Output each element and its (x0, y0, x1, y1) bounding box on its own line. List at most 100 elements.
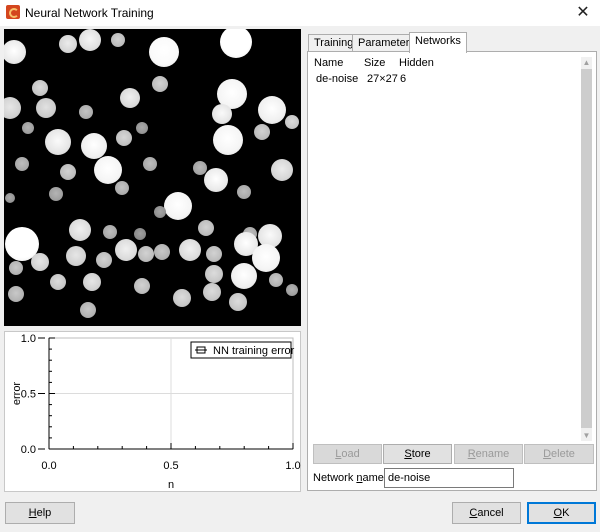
image-blob (31, 253, 49, 271)
image-blob (15, 157, 29, 171)
cancel-button[interactable]: Cancel (452, 502, 521, 524)
image-blob (59, 35, 77, 53)
scroll-thumb[interactable] (581, 69, 592, 428)
image-blob (212, 104, 232, 124)
image-blob (179, 239, 201, 261)
image-blob (94, 156, 122, 184)
x-tick-label: 0.5 (163, 460, 178, 472)
network-actions: Load Store Rename Delete (313, 444, 595, 464)
x-tick-label: 0.0 (41, 460, 56, 472)
delete-button[interactable]: Delete (524, 444, 594, 464)
store-button[interactable]: Store (383, 444, 452, 464)
image-blob (205, 265, 223, 283)
chevron-up-icon[interactable]: ▲ (581, 57, 592, 68)
network-size-cell: 27×27 (367, 73, 398, 85)
image-blob (4, 97, 21, 119)
y-tick-label: 1.0 (21, 333, 36, 345)
x-tick-label: 1.0 (285, 460, 300, 472)
load-label-rest: oad (341, 448, 360, 460)
legend-label: NN training error (213, 345, 295, 357)
network-name-label: Network name: (313, 472, 387, 484)
title-bar: Neural Network Training ✕ (0, 0, 600, 26)
image-blob (237, 185, 251, 199)
image-blob (143, 157, 157, 171)
image-blob (81, 133, 107, 159)
delete-label-rest: elete (551, 448, 575, 460)
app-logo-icon (6, 5, 20, 19)
image-blob (229, 293, 247, 311)
column-header-name[interactable]: Name (314, 57, 343, 69)
image-blob (206, 246, 222, 262)
image-blob (45, 129, 71, 155)
image-blob (285, 115, 299, 129)
ok-label-rest: K (562, 507, 570, 519)
image-blob (96, 252, 112, 268)
load-button[interactable]: Load (313, 444, 382, 464)
rename-mnemonic: R (467, 448, 476, 460)
y-axis-label: error (11, 382, 23, 406)
rename-label-rest: ename (475, 448, 510, 460)
image-blob (4, 40, 26, 64)
image-blob (32, 80, 48, 96)
image-blob (79, 105, 93, 119)
image-blob (252, 244, 280, 272)
network-name-cell: de-noise (316, 73, 359, 85)
image-blob (154, 206, 166, 218)
store-label-rest: tore (411, 448, 431, 460)
x-axis-label: n (168, 479, 174, 491)
image-blob (134, 228, 146, 240)
training-error-chart: 0.0 0.5 1.0 0.0 0.5 1.0 n error NN training erro… (4, 331, 301, 492)
window-title: Neural Network Training (25, 6, 154, 20)
image-blob (149, 37, 179, 67)
delete-mnemonic: D (543, 448, 552, 460)
image-blob (116, 130, 132, 146)
network-name-label-prefix: Network (313, 472, 357, 484)
image-blob (134, 278, 150, 294)
chart-svg: 0.00.51.00.0 0.5 1.0nerrorNN training erro… (11, 333, 301, 491)
image-blob (80, 302, 96, 318)
image-blob (138, 246, 154, 262)
image-blob (69, 219, 91, 241)
close-icon: ✕ (576, 4, 590, 21)
image-blob (220, 29, 252, 58)
networks-list[interactable]: Name Size Hidden de-noise 27×27 6 (312, 56, 580, 438)
image-blob (115, 181, 129, 195)
image-blob (103, 225, 117, 239)
image-blob (164, 192, 192, 220)
network-name-input[interactable]: de-noise (384, 468, 514, 488)
image-blob (152, 76, 168, 92)
help-mnemonic: H (28, 507, 37, 519)
image-blob (198, 220, 214, 236)
image-blob (286, 284, 298, 296)
ok-mnemonic: O (553, 507, 563, 519)
y-tick-label: 0.0 (21, 444, 36, 456)
network-hidden-cell: 6 (400, 73, 407, 85)
image-blob (203, 283, 221, 301)
image-blob (22, 122, 34, 134)
chevron-down-icon[interactable]: ▼ (581, 430, 592, 441)
close-button[interactable]: ✕ (566, 0, 600, 26)
tab-networks[interactable]: Networks (409, 32, 467, 53)
column-header-hidden[interactable]: Hidden (399, 57, 434, 69)
store-mnemonic: S (404, 448, 412, 460)
help-label-rest: elp (36, 507, 52, 519)
ok-button[interactable]: OK (527, 502, 596, 524)
image-blob (66, 246, 86, 266)
image-blob (258, 96, 286, 124)
help-button[interactable]: Help (5, 502, 75, 524)
rename-button[interactable]: Rename (454, 444, 523, 464)
image-blob (36, 98, 56, 118)
cancel-label-rest: ancel (477, 507, 504, 519)
column-header-size[interactable]: Size (364, 57, 385, 69)
image-blob (213, 125, 243, 155)
image-blob (115, 239, 137, 261)
list-scrollbar[interactable]: ▲ ▼ (581, 57, 592, 441)
image-blob (111, 33, 125, 47)
image-blob (120, 88, 140, 108)
image-blob (254, 124, 270, 140)
image-preview (4, 29, 301, 326)
image-blob (231, 263, 257, 289)
image-blob (49, 187, 63, 201)
image-blob (8, 286, 24, 302)
image-blob (136, 122, 148, 134)
